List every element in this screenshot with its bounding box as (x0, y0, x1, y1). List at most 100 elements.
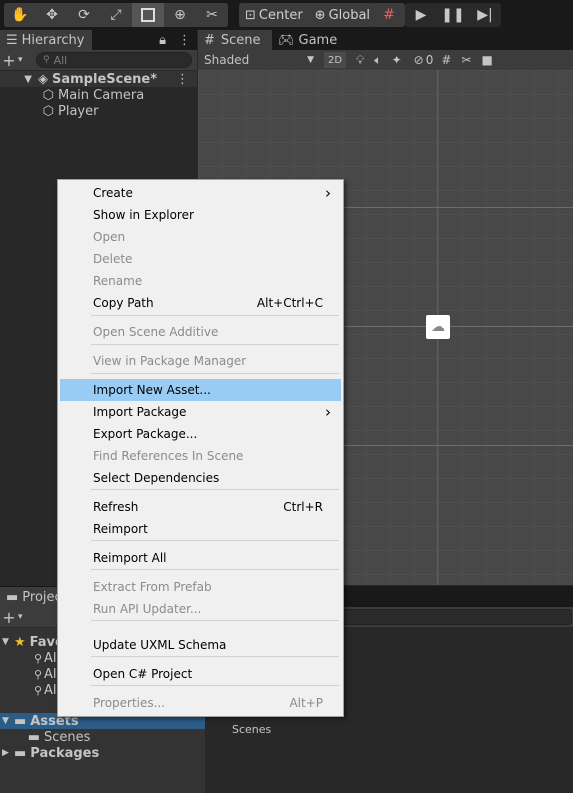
menu-item-label: Find References In Scene (93, 449, 244, 463)
add-icon[interactable]: + (0, 608, 18, 627)
search-placeholder: All (53, 53, 68, 67)
search-icon: ⚲ (43, 55, 50, 65)
expand-arrow-icon[interactable]: ▼ (0, 74, 34, 85)
add-icon[interactable]: + (0, 51, 18, 70)
gameobject-icon: ⬡ (42, 103, 54, 119)
pivot-icon: ⊡ (245, 7, 256, 23)
menu-item-import-package[interactable]: Import Package › (60, 401, 341, 423)
folder-icon: ▬ (6, 589, 19, 605)
expand-arrow-icon[interactable]: ▶ (0, 748, 12, 758)
menu-item-refresh[interactable]: Refresh Ctrl+R (60, 496, 341, 518)
folder-icon: ▬ (27, 729, 40, 745)
expand-arrow-icon[interactable]: ▼ (0, 637, 12, 647)
transform-tool-icon[interactable]: ⊕ (164, 3, 196, 27)
chevron-down-icon[interactable]: ▾ (18, 612, 30, 622)
lock-icon[interactable]: 🔒︎ (153, 30, 172, 50)
hierarchy-item[interactable]: ⬡ Player (0, 103, 197, 119)
scene-root-item[interactable]: ▼ ◈ SampleScene* ⋮ (0, 71, 197, 87)
hierarchy-item[interactable]: ⬡ Main Camera (0, 87, 197, 103)
menu-item-label: Open C# Project (93, 667, 193, 681)
mode-2d-button[interactable]: 2D (324, 52, 346, 68)
effects-icon[interactable]: ✦ (392, 53, 402, 67)
menu-item-rename: Rename (60, 270, 341, 292)
rotate-tool-icon[interactable]: ⟳ (68, 3, 100, 27)
hierarchy-item-label: Player (58, 103, 99, 119)
pivot-center-button[interactable]: ⊡ Center (239, 3, 309, 27)
hidden-count: 0 (425, 53, 434, 67)
menu-item-show-in-explorer[interactable]: Show in Explorer (60, 204, 341, 226)
scene-toolbar: Shaded ▼ 2D 💡︎ 🔈︎ ✦ ⊘ 0 # ✂ ■ (198, 50, 573, 70)
transform-tools-group: ✋ ✥ ⟳ ⤢ ⊕ ✂ (4, 3, 228, 27)
expand-arrow-icon[interactable]: ▼ (0, 716, 12, 726)
space-label: Global (328, 7, 371, 23)
main-toolbar: ✋ ✥ ⟳ ⤢ ⊕ ✂ ⊡ Center ⊕ Global # ▶ ❚❚ ▶| (0, 0, 573, 30)
hand-tool-icon[interactable]: ✋ (4, 3, 36, 27)
scale-tool-icon[interactable]: ⤢ (100, 3, 132, 27)
menu-item-label: Refresh (93, 500, 139, 514)
gamepad-icon: 🎮︎ (278, 32, 295, 48)
tab-hierarchy[interactable]: ☰ Hierarchy (0, 30, 92, 50)
custom-tool-icon[interactable]: ✂ (196, 3, 228, 27)
scenes-label: Scenes (44, 729, 91, 745)
hierarchy-search-input[interactable]: ⚲ All (36, 52, 192, 68)
menu-item-label: Copy Path (93, 296, 154, 310)
scene-menu-icon[interactable]: ⋮ (176, 72, 189, 87)
tools-icon[interactable]: ✂ (461, 53, 471, 67)
camera-icon[interactable]: ■ (482, 53, 493, 67)
tab-game[interactable]: 🎮︎ Game (272, 30, 342, 50)
step-icon[interactable]: ▶| (469, 3, 501, 27)
player-sprite-icon[interactable]: ☁ (426, 315, 450, 339)
grid-snap-icon[interactable]: # (373, 3, 405, 27)
pivot-group: ⊡ Center ⊕ Global (239, 3, 377, 27)
menu-item-open-c-project[interactable]: Open C# Project (60, 663, 341, 685)
menu-item-open-scene-additive: Open Scene Additive (60, 321, 341, 343)
menu-item-label: Delete (93, 252, 133, 266)
globe-icon: ⊕ (314, 7, 326, 23)
menu-item-reimport-all[interactable]: Reimport All (60, 547, 341, 569)
menu-separator (91, 489, 339, 490)
pivot-global-button[interactable]: ⊕ Global (309, 3, 376, 27)
hierarchy-list-icon: ☰ (6, 32, 18, 48)
play-icon[interactable]: ▶ (405, 3, 437, 27)
lighting-icon[interactable]: 💡︎ (356, 53, 364, 68)
chevron-down-icon[interactable]: ▾ (18, 55, 30, 65)
visibility-icon[interactable]: ⊘ (414, 53, 424, 67)
menu-item-export-package[interactable]: Export Package... (60, 423, 341, 445)
pause-icon[interactable]: ❚❚ (437, 3, 469, 27)
menu-item-reimport[interactable]: Reimport (60, 518, 341, 540)
menu-item-shortcut: Alt+P (289, 696, 323, 710)
chevron-right-icon: › (325, 403, 331, 421)
menu-item-label: Run API Updater... (93, 602, 202, 616)
audio-icon[interactable]: 🔈︎ (374, 53, 381, 68)
menu-separator (91, 620, 339, 621)
menu-item-find-references-in-scene: Find References In Scene (60, 445, 341, 467)
menu-item-update-uxml-schema[interactable]: Update UXML Schema (60, 634, 341, 656)
tab-scene[interactable]: # Scene (198, 30, 272, 50)
content-folder-label[interactable]: Scenes (232, 723, 271, 736)
shading-mode-dropdown[interactable]: Shaded ▼ (198, 53, 318, 67)
menu-item-select-dependencies[interactable]: Select Dependencies (60, 467, 341, 489)
scenes-folder-item[interactable]: ▬ Scenes (0, 729, 205, 745)
rect-tool-icon[interactable] (132, 3, 164, 27)
grid-toggle-icon[interactable]: # (441, 53, 451, 67)
menu-item-import-new-asset[interactable]: Import New Asset... (60, 379, 341, 401)
packages-folder-item[interactable]: ▶ ▬ Packages (0, 745, 205, 761)
gameobject-icon: ⬡ (42, 87, 54, 103)
menu-item-delete: Delete (60, 248, 341, 270)
menu-item-label: Rename (93, 274, 143, 288)
menu-separator (91, 569, 339, 570)
more-menu-icon[interactable]: ⋮ (172, 30, 197, 50)
menu-item-shortcut: Ctrl+R (283, 500, 323, 514)
menu-separator (91, 373, 339, 374)
shading-mode-label: Shaded (204, 53, 250, 67)
folder-icon: ▬ (14, 745, 27, 761)
menu-item-copy-path[interactable]: Copy Path Alt+Ctrl+C (60, 292, 341, 314)
menu-item-create[interactable]: Create › (60, 182, 341, 204)
hierarchy-search-row: + ▾ ⚲ All (0, 50, 197, 70)
menu-separator (91, 540, 339, 541)
menu-item-label: Extract From Prefab (93, 580, 212, 594)
move-tool-icon[interactable]: ✥ (36, 3, 68, 27)
project-search-input[interactable] (340, 609, 572, 625)
folder-open-icon: ▬ (14, 713, 27, 729)
menu-item-label: Create (93, 186, 133, 200)
